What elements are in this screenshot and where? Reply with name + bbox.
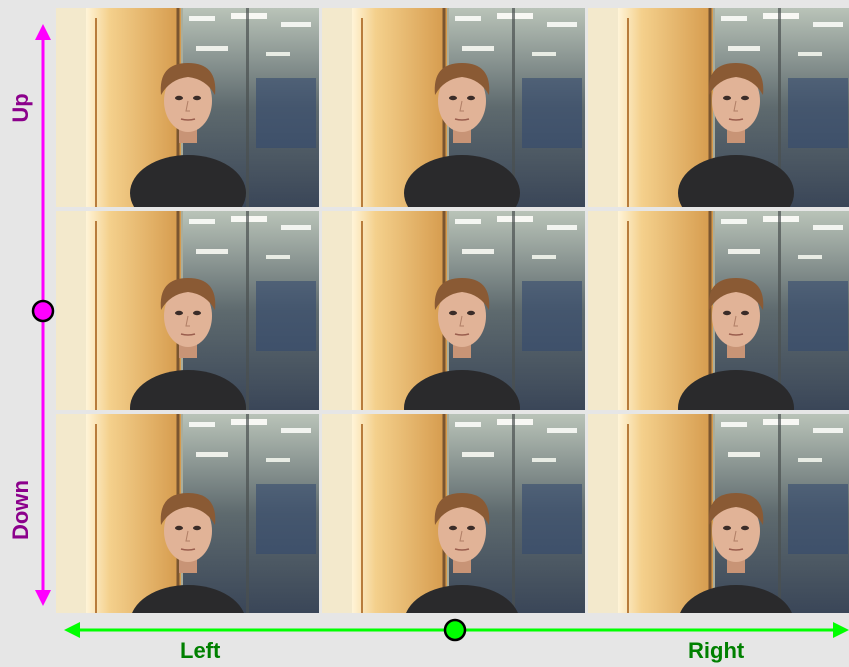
face-image-down-right <box>588 414 849 613</box>
face-image-up-right <box>588 8 849 207</box>
vertical-center-marker <box>31 299 55 323</box>
face-image-grid <box>56 8 849 613</box>
face-image-up-left <box>56 8 319 207</box>
face-image-center-center <box>322 211 585 410</box>
face-image-center-left <box>56 211 319 410</box>
left-arrowhead <box>64 622 80 638</box>
horizontal-center-marker <box>443 618 467 642</box>
face-image-down-left <box>56 414 319 613</box>
up-arrowhead <box>35 24 51 40</box>
right-arrowhead <box>833 622 849 638</box>
right-label: Right <box>688 638 745 663</box>
left-label: Left <box>180 638 221 663</box>
down-arrowhead <box>35 590 51 606</box>
down-label: Down <box>8 480 33 540</box>
face-image-down-center <box>322 414 585 613</box>
face-image-center-right <box>588 211 849 410</box>
up-label: Up <box>8 93 33 123</box>
face-image-up-center <box>322 8 585 207</box>
